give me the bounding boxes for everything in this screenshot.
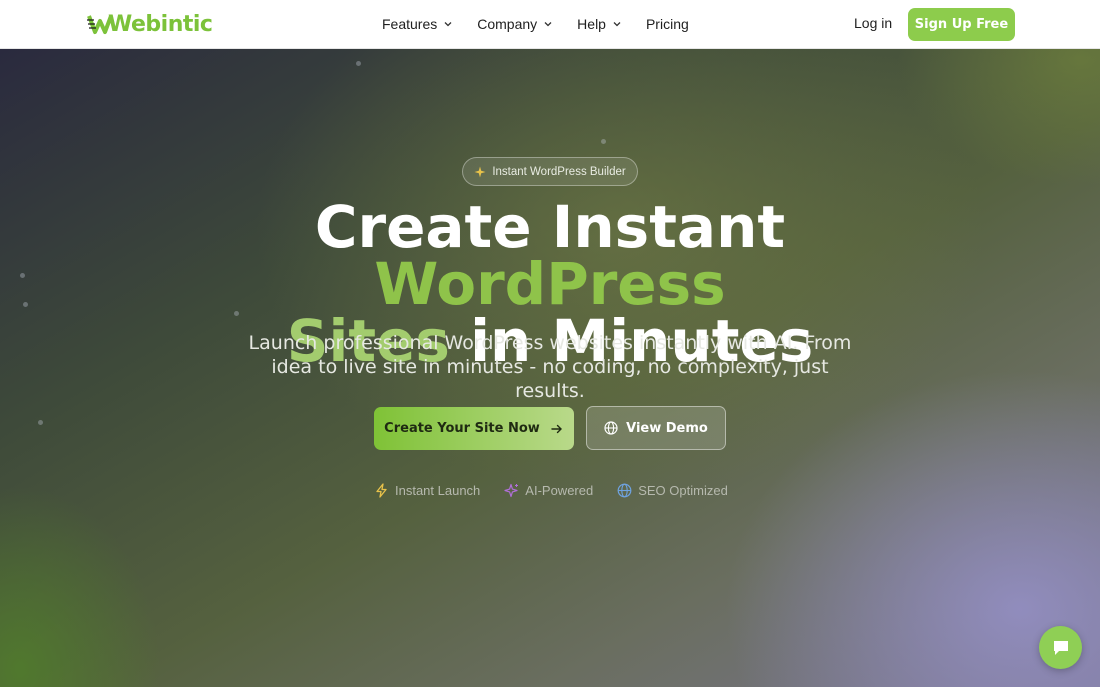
particle-dot xyxy=(23,302,28,307)
hero-subtitle: Launch professional WordPress websites i… xyxy=(248,332,852,402)
nav-company[interactable]: Company xyxy=(477,16,553,32)
chat-icon xyxy=(1053,640,1068,655)
hero-badge-text: Instant WordPress Builder xyxy=(492,165,626,178)
sparkle-icon xyxy=(474,166,486,177)
nav-company-label: Company xyxy=(477,16,538,32)
create-site-button-label: Create Your Site Now xyxy=(384,421,540,436)
nav-help-label: Help xyxy=(577,16,606,32)
feature-label: SEO Optimized xyxy=(638,482,728,498)
sparkle-icon xyxy=(504,483,519,497)
particle-dot xyxy=(20,273,25,278)
hero-badge: Instant WordPress Builder xyxy=(462,157,638,186)
chevron-down-icon xyxy=(444,22,452,27)
chevron-down-icon xyxy=(544,22,552,27)
lightning-icon xyxy=(376,482,387,498)
top-navbar: Webintic Features Company Help Pricing L… xyxy=(0,0,1100,49)
hero-section: Instant WordPress Builder Create Instant… xyxy=(0,49,1100,687)
main-nav: Features Company Help Pricing xyxy=(382,0,689,48)
nav-features[interactable]: Features xyxy=(382,16,453,32)
nav-pricing[interactable]: Pricing xyxy=(646,16,689,32)
globe-icon xyxy=(617,483,632,497)
feature-label: AI-Powered xyxy=(525,482,594,498)
login-link[interactable]: Log in xyxy=(854,15,892,31)
feature-ai-powered: AI-Powered xyxy=(504,483,593,498)
particle-dot xyxy=(38,420,43,425)
particle-dot xyxy=(601,139,606,144)
create-site-button[interactable]: Create Your Site Now xyxy=(374,407,574,450)
nav-pricing-label: Pricing xyxy=(645,16,689,32)
feature-instant-launch: Instant Launch xyxy=(374,483,480,498)
chevron-down-icon xyxy=(613,22,621,27)
globe-icon xyxy=(604,421,618,435)
view-demo-button[interactable]: View Demo xyxy=(586,406,726,450)
arrow-right-icon xyxy=(551,424,562,433)
feature-seo-optimized: SEO Optimized xyxy=(617,483,728,498)
nav-features-label: Features xyxy=(382,16,438,32)
feature-list: Instant Launch AI-Powered SEO Optimized xyxy=(374,481,728,499)
logo[interactable]: Webintic xyxy=(87,9,213,39)
signup-button[interactable]: Sign Up Free xyxy=(908,8,1015,41)
feature-label: Instant Launch xyxy=(395,482,481,498)
logo-text: Webintic xyxy=(108,11,213,37)
chat-widget-button[interactable] xyxy=(1039,626,1082,669)
nav-help[interactable]: Help xyxy=(577,16,622,32)
particle-dot xyxy=(356,61,361,66)
view-demo-button-label: View Demo xyxy=(626,420,708,436)
